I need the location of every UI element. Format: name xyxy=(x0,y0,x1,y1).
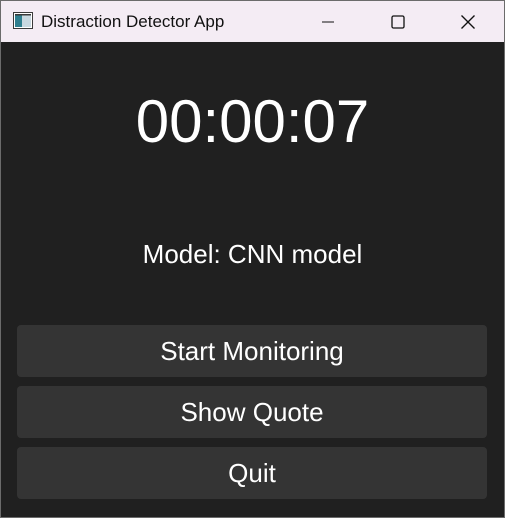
show-quote-button[interactable]: Show Quote xyxy=(17,386,487,438)
app-window: Distraction Detector App 00:00:07 Model:… xyxy=(0,0,505,518)
close-button[interactable] xyxy=(433,1,503,42)
close-icon xyxy=(461,14,475,29)
minimize-button[interactable] xyxy=(293,1,363,42)
minimize-icon xyxy=(322,21,334,22)
window-title: Distraction Detector App xyxy=(41,12,225,31)
app-icon xyxy=(13,12,33,29)
maximize-button[interactable] xyxy=(363,1,433,42)
start-monitoring-button[interactable]: Start Monitoring xyxy=(17,325,487,377)
quit-button[interactable]: Quit xyxy=(17,447,487,499)
title-bar[interactable]: Distraction Detector App xyxy=(1,1,504,42)
elapsed-timer: 00:00:07 xyxy=(135,88,370,155)
main-content: 00:00:07 Model: CNN model Start Monitori… xyxy=(1,42,504,517)
model-label: Model: CNN model xyxy=(142,239,363,269)
maximize-icon xyxy=(391,14,405,29)
